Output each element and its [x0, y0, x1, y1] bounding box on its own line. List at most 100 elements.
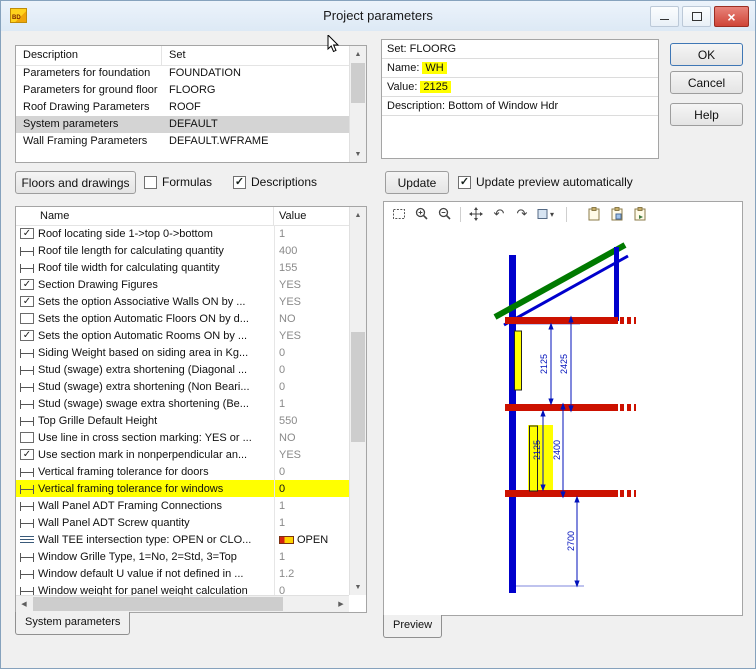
- param-row[interactable]: Top Grille Default Height 550: [16, 412, 349, 429]
- update-preview-checkbox[interactable]: ✓ Update preview automatically: [458, 175, 633, 189]
- sets-vertical-scrollbar[interactable]: ▲ ▼: [349, 46, 366, 162]
- param-row[interactable]: Roof tile width for calculating quantity…: [16, 259, 349, 276]
- param-name: Wall Panel ADT Screw quantity: [38, 517, 274, 529]
- param-value[interactable]: 400: [274, 242, 349, 259]
- param-value[interactable]: 0: [274, 480, 349, 497]
- param-value[interactable]: 1: [274, 225, 349, 242]
- param-value[interactable]: 0: [274, 378, 349, 395]
- param-value[interactable]: 155: [274, 259, 349, 276]
- detail-name-field[interactable]: Name:WH: [382, 59, 658, 78]
- param-row[interactable]: Wall TEE intersection type: OPEN or CLO.…: [16, 531, 349, 548]
- sets-col-set[interactable]: Set: [162, 46, 366, 65]
- minimize-button[interactable]: [650, 6, 679, 27]
- ok-button[interactable]: OK: [670, 43, 743, 66]
- set-row[interactable]: Parameters for ground floor FLOORG: [16, 82, 349, 99]
- scroll-down-icon[interactable]: ▼: [350, 146, 366, 162]
- detail-value-field[interactable]: Value:2125: [382, 78, 658, 97]
- param-row[interactable]: Use line in cross section marking: YES o…: [16, 429, 349, 446]
- param-row[interactable]: Siding Weight based on siding area in Kg…: [16, 344, 349, 361]
- param-value[interactable]: 1.2: [274, 565, 349, 582]
- maximize-button[interactable]: [682, 6, 711, 27]
- param-value[interactable]: 0: [274, 582, 349, 595]
- scroll-up-icon[interactable]: ▲: [350, 207, 366, 223]
- rotate-right-icon[interactable]: ↷: [512, 204, 532, 224]
- param-row[interactable]: Stud (swage) extra shortening (Diagonal …: [16, 361, 349, 378]
- section-drawing-canvas[interactable]: 2125 2425 2125 2400 2700: [384, 226, 742, 615]
- param-row[interactable]: ✓ Section Drawing Figures YES: [16, 276, 349, 293]
- param-value[interactable]: YES: [274, 276, 349, 293]
- param-value[interactable]: YES: [274, 446, 349, 463]
- param-row[interactable]: Window Grille Type, 1=No, 2=Std, 3=Top 1: [16, 548, 349, 565]
- update-button[interactable]: Update: [385, 171, 449, 194]
- tab-system-parameters[interactable]: System parameters: [15, 612, 130, 635]
- set-row-set: DEFAULT.WFRAME: [162, 133, 349, 150]
- param-type-icon: [20, 468, 34, 477]
- set-row[interactable]: System parameters DEFAULT: [16, 116, 349, 133]
- paste-icon-3[interactable]: [630, 204, 650, 224]
- set-row[interactable]: Parameters for foundation FOUNDATION: [16, 65, 349, 82]
- set-row-description: Roof Drawing Parameters: [16, 99, 162, 116]
- set-row[interactable]: Roof Drawing Parameters ROOF: [16, 99, 349, 116]
- param-row[interactable]: ✓ Sets the option Automatic Rooms ON by …: [16, 327, 349, 344]
- tab-preview[interactable]: Preview: [383, 615, 442, 638]
- detail-name-value[interactable]: WH: [422, 62, 446, 74]
- scroll-down-icon[interactable]: ▼: [350, 579, 366, 595]
- scroll-up-icon[interactable]: ▲: [350, 46, 366, 62]
- paste-icon-1[interactable]: [584, 204, 604, 224]
- scroll-right-icon[interactable]: ▶: [333, 596, 349, 612]
- checkbox-icon[interactable]: ✓: [233, 176, 246, 189]
- params-hscrollbar-thumb[interactable]: [33, 597, 283, 611]
- param-row[interactable]: Vertical framing tolerance for windows 0: [16, 480, 349, 497]
- param-row[interactable]: ✓ Sets the option Associative Walls ON b…: [16, 293, 349, 310]
- param-row[interactable]: Wall Panel ADT Framing Connections 1: [16, 497, 349, 514]
- scroll-left-icon[interactable]: ◀: [16, 596, 32, 612]
- params-horizontal-scrollbar[interactable]: ◀ ▶: [16, 595, 349, 612]
- checkbox-icon[interactable]: [144, 176, 157, 189]
- zoom-window-icon[interactable]: [389, 204, 409, 224]
- param-value[interactable]: 1: [274, 395, 349, 412]
- param-row[interactable]: Vertical framing tolerance for doors 0: [16, 463, 349, 480]
- param-value[interactable]: YES: [274, 327, 349, 344]
- param-row[interactable]: Window default U value if not defined in…: [16, 565, 349, 582]
- param-value[interactable]: 0: [274, 463, 349, 480]
- detail-value-value[interactable]: 2125: [420, 81, 450, 93]
- view-select-icon[interactable]: ▾: [535, 204, 561, 224]
- floors-and-drawings-button[interactable]: Floors and drawings: [15, 171, 136, 194]
- zoom-in-icon[interactable]: [412, 204, 432, 224]
- paste-icon-2[interactable]: [607, 204, 627, 224]
- param-row[interactable]: Wall Panel ADT Screw quantity 1: [16, 514, 349, 531]
- param-row[interactable]: Window weight for panel weight calculati…: [16, 582, 349, 595]
- param-row[interactable]: Stud (swage) extra shortening (Non Beari…: [16, 378, 349, 395]
- sets-col-description[interactable]: Description: [16, 46, 162, 65]
- param-value[interactable]: 550: [274, 412, 349, 429]
- help-button[interactable]: Help: [670, 103, 743, 126]
- param-row[interactable]: ✓ Roof locating side 1->top 0->bottom 1: [16, 225, 349, 242]
- close-button[interactable]: ×: [714, 6, 749, 27]
- params-vertical-scrollbar[interactable]: ▲ ▼: [349, 207, 366, 595]
- param-value[interactable]: 0: [274, 361, 349, 378]
- cancel-button[interactable]: Cancel: [670, 71, 743, 94]
- params-scrollbar-thumb[interactable]: [351, 332, 365, 442]
- pan-icon[interactable]: [466, 204, 486, 224]
- param-row[interactable]: Stud (swage) swage extra shortening (Be.…: [16, 395, 349, 412]
- param-value[interactable]: YES: [274, 293, 349, 310]
- sets-scrollbar-thumb[interactable]: [351, 63, 365, 103]
- param-value[interactable]: 1: [274, 548, 349, 565]
- param-value[interactable]: NO: [274, 429, 349, 446]
- param-row[interactable]: Sets the option Automatic Floors ON by d…: [16, 310, 349, 327]
- param-value[interactable]: OPEN: [274, 531, 349, 548]
- params-col-name[interactable]: Name: [16, 207, 274, 225]
- descriptions-checkbox[interactable]: ✓ Descriptions: [233, 175, 317, 189]
- formulas-checkbox[interactable]: Formulas: [144, 175, 212, 189]
- rotate-left-icon[interactable]: ↶: [489, 204, 509, 224]
- param-row[interactable]: ✓ Use section mark in nonperpendicular a…: [16, 446, 349, 463]
- param-value[interactable]: NO: [274, 310, 349, 327]
- param-value[interactable]: 1: [274, 514, 349, 531]
- titlebar[interactable]: BD Project parameters ×: [1, 1, 755, 31]
- checkbox-icon[interactable]: ✓: [458, 176, 471, 189]
- param-value[interactable]: 1: [274, 497, 349, 514]
- set-row[interactable]: Wall Framing Parameters DEFAULT.WFRAME: [16, 133, 349, 150]
- param-value[interactable]: 0: [274, 344, 349, 361]
- param-row[interactable]: Roof tile length for calculating quantit…: [16, 242, 349, 259]
- zoom-out-icon[interactable]: [435, 204, 455, 224]
